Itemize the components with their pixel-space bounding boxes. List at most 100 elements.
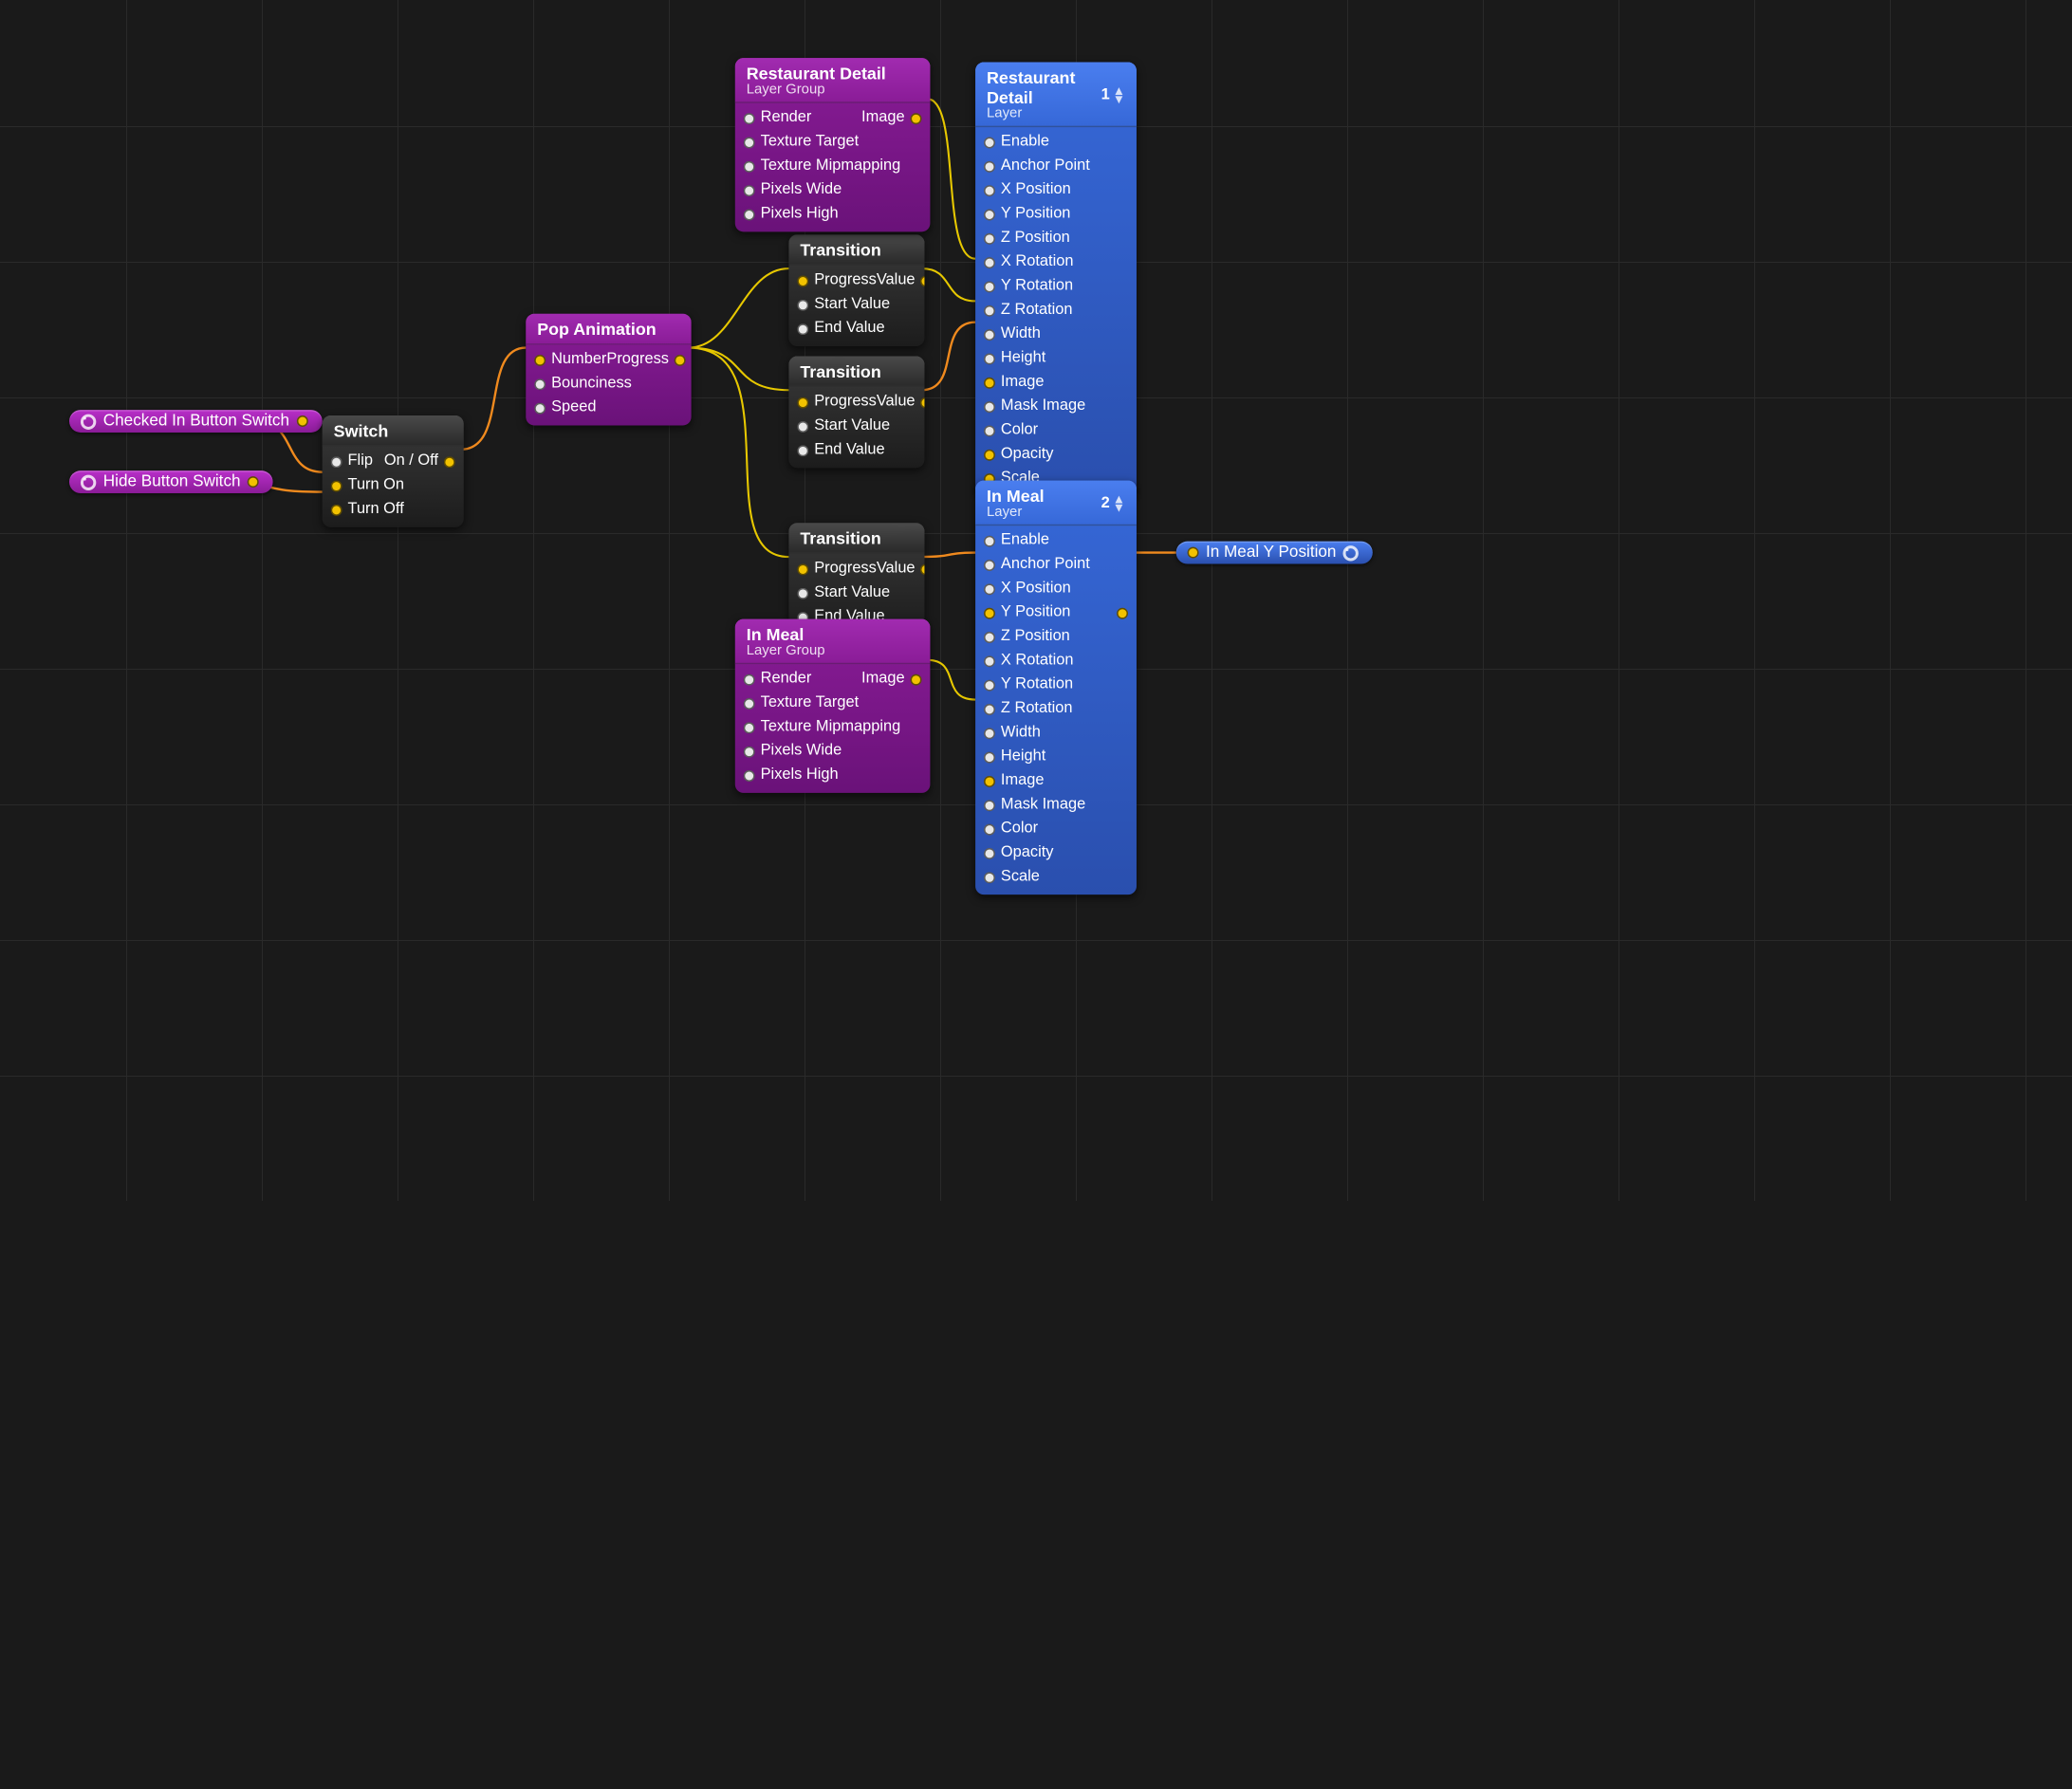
input-port[interactable] bbox=[744, 160, 755, 172]
port-label: Opacity bbox=[1001, 842, 1054, 863]
node-header[interactable]: Transition bbox=[788, 523, 924, 554]
node-im-layer-group[interactable]: In Meal Layer Group Render Image Texture… bbox=[735, 619, 931, 793]
node-title: Transition bbox=[800, 528, 880, 548]
node-header[interactable]: Transition bbox=[788, 234, 924, 266]
layer-order-stepper[interactable]: 1▲▼ bbox=[1101, 86, 1125, 103]
output-port[interactable] bbox=[675, 354, 686, 365]
output-port[interactable] bbox=[911, 112, 922, 123]
input-port[interactable] bbox=[744, 746, 755, 757]
input-port[interactable] bbox=[797, 563, 808, 575]
node-header[interactable]: Restaurant Detail Layer 1▲▼ bbox=[975, 63, 1137, 128]
port-label: Pixels High bbox=[761, 765, 839, 785]
input-port[interactable] bbox=[984, 184, 995, 195]
input-port[interactable] bbox=[744, 697, 755, 709]
input-port[interactable] bbox=[984, 655, 995, 667]
output-port[interactable] bbox=[444, 456, 455, 468]
node-header[interactable]: In Meal Layer 2▲▼ bbox=[975, 481, 1137, 526]
input-port[interactable] bbox=[984, 703, 995, 714]
input-port[interactable] bbox=[744, 673, 755, 685]
input-port[interactable] bbox=[984, 377, 995, 388]
input-port[interactable] bbox=[797, 299, 808, 310]
input-port[interactable] bbox=[331, 456, 342, 468]
input-port[interactable] bbox=[984, 535, 995, 546]
input-port[interactable] bbox=[984, 800, 995, 811]
node-title: Transition bbox=[800, 240, 880, 260]
input-port[interactable] bbox=[984, 728, 995, 739]
input-port[interactable] bbox=[797, 275, 808, 286]
node-pop-animation[interactable]: Pop Animation Number Progress Bounciness… bbox=[526, 314, 691, 426]
input-port[interactable] bbox=[797, 420, 808, 432]
input-port[interactable] bbox=[797, 397, 808, 408]
node-transition-3[interactable]: Transition Progress Value Start Value En… bbox=[788, 523, 924, 635]
input-port[interactable] bbox=[984, 449, 995, 460]
node-body: Enable Anchor Point X Position Y Positio… bbox=[975, 526, 1137, 894]
input-port[interactable] bbox=[984, 872, 995, 883]
input-port[interactable] bbox=[797, 587, 808, 599]
input-port[interactable] bbox=[984, 607, 995, 618]
input-port[interactable] bbox=[984, 425, 995, 436]
input-port[interactable] bbox=[534, 354, 546, 365]
input-port[interactable] bbox=[797, 445, 808, 456]
input-port[interactable] bbox=[797, 323, 808, 334]
node-header[interactable]: Transition bbox=[788, 356, 924, 387]
node-header[interactable]: Switch bbox=[323, 415, 464, 447]
output-port[interactable] bbox=[911, 673, 922, 685]
input-port[interactable] bbox=[744, 722, 755, 733]
port-label: Pixels Wide bbox=[761, 179, 842, 200]
input-port[interactable] bbox=[984, 328, 995, 340]
input-port[interactable] bbox=[984, 353, 995, 364]
input-port[interactable] bbox=[984, 304, 995, 316]
output-port[interactable] bbox=[1117, 607, 1128, 618]
input-port[interactable] bbox=[534, 378, 546, 390]
input-port[interactable] bbox=[984, 679, 995, 691]
node-canvas[interactable]: Checked In Button Switch Hide Button Swi… bbox=[0, 0, 2072, 1789]
node-header[interactable]: Restaurant Detail Layer Group bbox=[735, 58, 931, 103]
input-port[interactable] bbox=[984, 631, 995, 642]
output-in-meal-y-position[interactable]: In Meal Y Position bbox=[1176, 542, 1374, 564]
port-label: Progress bbox=[814, 392, 877, 413]
input-port[interactable] bbox=[984, 137, 995, 148]
input-port[interactable] bbox=[984, 823, 995, 835]
input-port[interactable] bbox=[744, 184, 755, 195]
port-label: Z Rotation bbox=[1001, 300, 1073, 321]
input-port[interactable] bbox=[331, 480, 342, 491]
output-port[interactable] bbox=[248, 476, 259, 488]
input-port[interactable] bbox=[984, 160, 995, 172]
input-port[interactable] bbox=[984, 256, 995, 267]
node-im-layer[interactable]: In Meal Layer 2▲▼ Enable Anchor Point X … bbox=[975, 481, 1137, 895]
input-port[interactable] bbox=[984, 847, 995, 858]
port-label: Start Value bbox=[814, 294, 890, 315]
node-header[interactable]: In Meal Layer Group bbox=[735, 619, 931, 665]
input-port[interactable] bbox=[984, 281, 995, 292]
node-header[interactable]: Pop Animation bbox=[526, 314, 691, 345]
input-port[interactable] bbox=[1188, 547, 1199, 559]
node-title: Pop Animation bbox=[537, 320, 656, 340]
stepper-icon: ▲▼ bbox=[1113, 86, 1125, 103]
node-switch[interactable]: Switch Flip On / Off Turn On Turn Off bbox=[323, 415, 464, 527]
output-port[interactable] bbox=[921, 563, 925, 575]
input-checked-in-switch[interactable]: Checked In Button Switch bbox=[69, 410, 322, 433]
node-transition-2[interactable]: Transition Progress Value Start Value En… bbox=[788, 356, 924, 468]
input-hide-switch[interactable]: Hide Button Switch bbox=[69, 470, 273, 493]
input-port[interactable] bbox=[984, 559, 995, 570]
input-port[interactable] bbox=[984, 400, 995, 412]
output-port[interactable] bbox=[921, 397, 925, 408]
input-port[interactable] bbox=[984, 775, 995, 786]
node-rd-layer-group[interactable]: Restaurant Detail Layer Group Render Ima… bbox=[735, 58, 931, 231]
input-port[interactable] bbox=[744, 137, 755, 148]
port-label: Image bbox=[861, 107, 905, 128]
input-port[interactable] bbox=[984, 209, 995, 220]
input-port[interactable] bbox=[744, 112, 755, 123]
input-port[interactable] bbox=[744, 769, 755, 781]
node-transition-1[interactable]: Transition Progress Value Start Value En… bbox=[788, 234, 924, 346]
input-port[interactable] bbox=[984, 751, 995, 763]
input-port[interactable] bbox=[744, 209, 755, 220]
output-port[interactable] bbox=[921, 275, 925, 286]
input-port[interactable] bbox=[331, 504, 342, 515]
input-port[interactable] bbox=[984, 583, 995, 595]
input-port[interactable] bbox=[984, 232, 995, 244]
node-rd-layer[interactable]: Restaurant Detail Layer 1▲▼ Enable Ancho… bbox=[975, 63, 1137, 496]
layer-order-stepper[interactable]: 2▲▼ bbox=[1101, 495, 1125, 512]
input-port[interactable] bbox=[534, 402, 546, 414]
output-port[interactable] bbox=[296, 415, 307, 427]
